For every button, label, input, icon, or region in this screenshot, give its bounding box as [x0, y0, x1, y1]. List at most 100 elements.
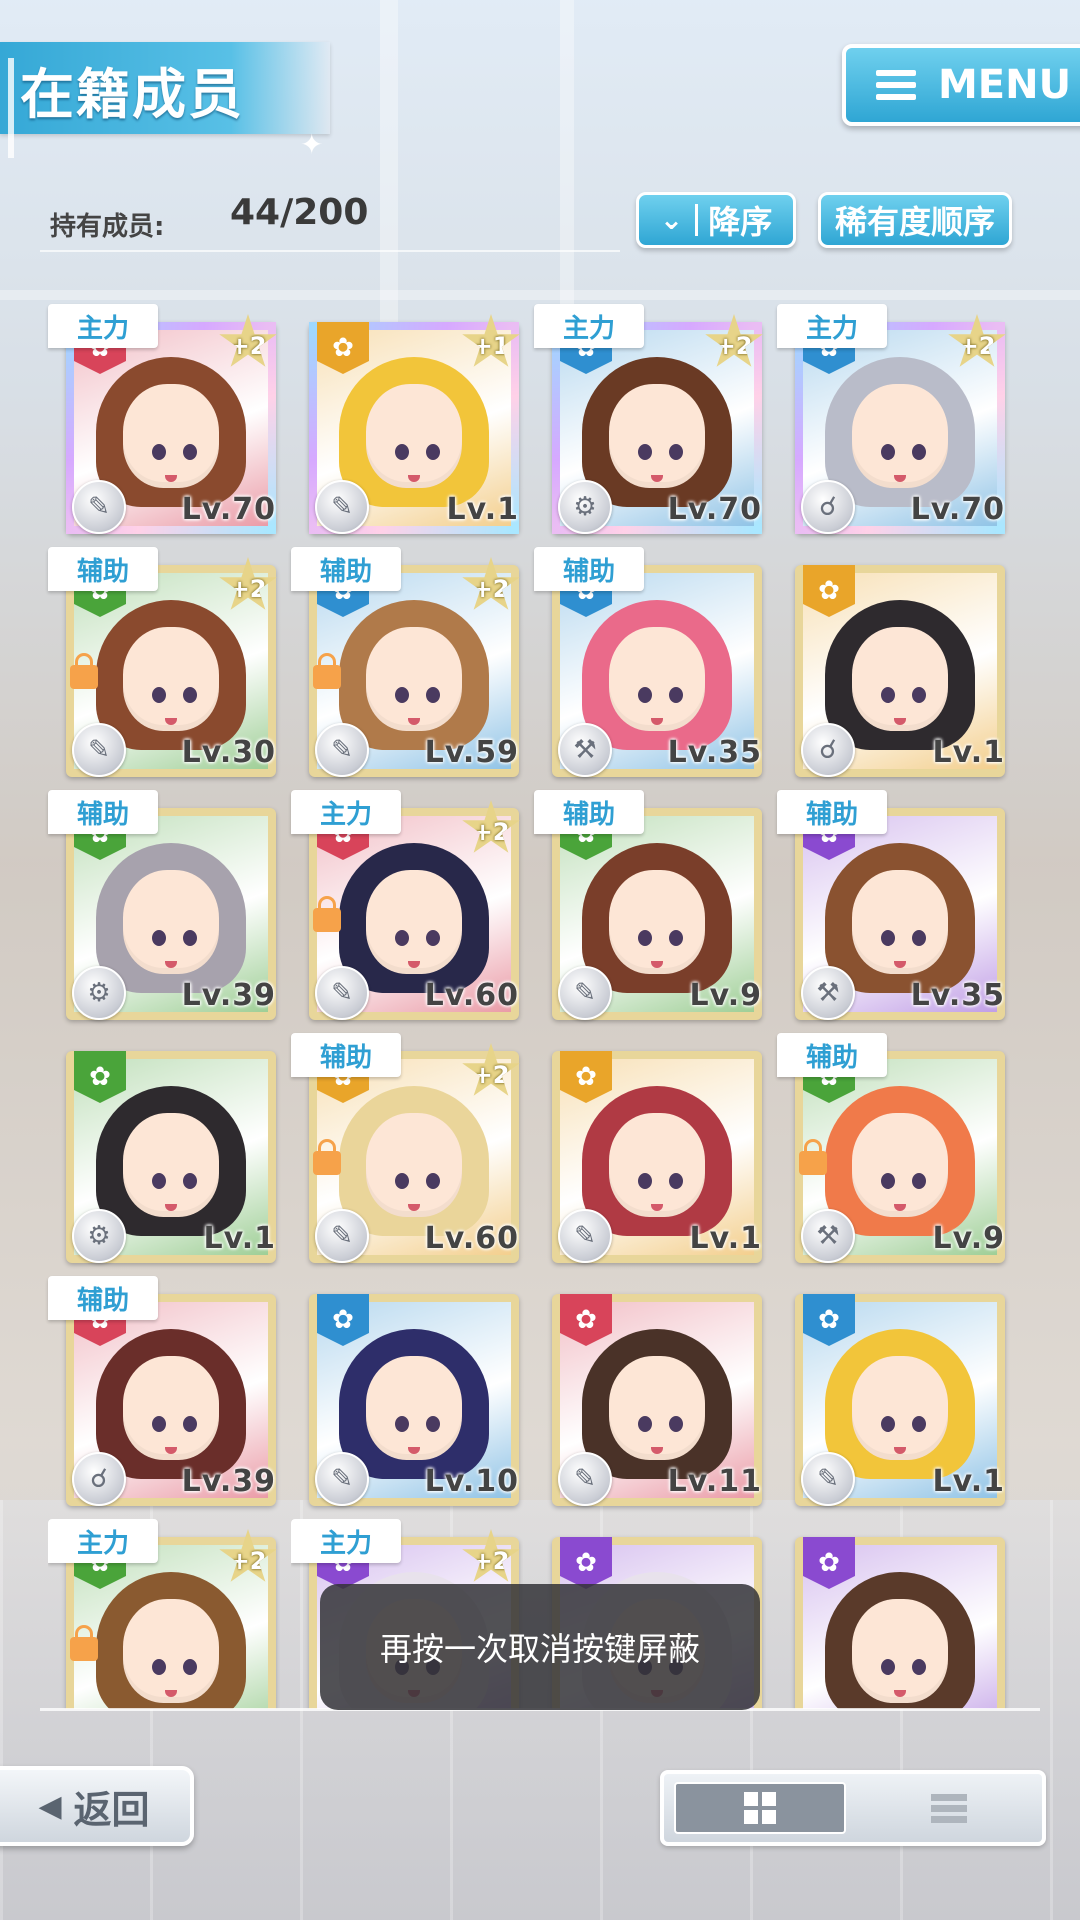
level-text: Lv.39 [181, 978, 276, 1013]
menu-label: MENU [938, 62, 1072, 108]
wrench-icon: ✎ [558, 1452, 612, 1506]
member-card[interactable]: ✿ ☌ Lv.1 [777, 547, 1009, 783]
microscope-icon: ☌ [801, 480, 855, 534]
character-face [609, 383, 705, 488]
character-face [123, 1112, 219, 1217]
sort-order-label: 降序 [708, 203, 773, 241]
character-eye [880, 1172, 895, 1189]
role-tag: 辅助 [777, 1033, 887, 1077]
level-text: Lv.1 [689, 1221, 762, 1256]
level-text: Lv.70 [667, 492, 762, 527]
gear-icon: ⚙ [72, 1209, 126, 1263]
role-tag: 辅助 [48, 790, 158, 834]
grid-view-button[interactable] [674, 1782, 846, 1834]
character-eye [911, 1172, 926, 1189]
screen: 在籍成员 ✦ MENU 持有成员: 44/200 ⌄ 降序 稀有度顺序 ✿ 主力 +… [0, 0, 1080, 1920]
level-text: Lv.39 [181, 1464, 276, 1499]
level-text: Lv.35 [667, 735, 762, 770]
character-eye [637, 1172, 652, 1189]
character-face [123, 869, 219, 974]
back-label: 返回 [73, 1787, 150, 1832]
character-eye [151, 1415, 166, 1432]
level-text: Lv.60 [424, 1221, 519, 1256]
back-button[interactable]: ◀ 返回 [0, 1766, 194, 1846]
character-eye [425, 443, 440, 460]
level-text: Lv.11 [667, 1464, 762, 1499]
character-face [852, 1112, 948, 1217]
gear-icon: ⚙ [558, 480, 612, 534]
character-eye [668, 443, 683, 460]
member-card[interactable]: ✿ 辅助 ⚒ Lv.9 [777, 1033, 1009, 1269]
character-face [852, 1598, 948, 1703]
lock-icon [313, 653, 341, 689]
character-eye [911, 443, 926, 460]
wrench-icon: ✎ [558, 1209, 612, 1263]
banner-stripe [8, 58, 14, 158]
character-eye [668, 1415, 683, 1432]
character-eye [182, 443, 197, 460]
member-card[interactable]: ✿ 辅助 +2 ✎ Lv.60 [291, 1033, 523, 1269]
character-face [123, 1355, 219, 1460]
back-arrow-icon: ◀ [38, 1788, 62, 1824]
character-eye [394, 929, 409, 946]
sort-by-label: 稀有度顺序 [834, 203, 995, 241]
menu-button[interactable]: MENU [842, 44, 1080, 126]
level-text: Lv.9 [689, 978, 762, 1013]
role-tag: 主力 [291, 790, 401, 834]
character-eye [182, 686, 197, 703]
level-text: Lv.59 [424, 735, 519, 770]
member-card[interactable]: ✿ [777, 1519, 1009, 1709]
member-count-label: 持有成员: [50, 212, 165, 242]
character-eye [637, 686, 652, 703]
member-card[interactable]: ✿ 主力 +2 ☌ Lv.70 [777, 304, 1009, 540]
role-tag: 主力 [534, 304, 644, 348]
level-text: Lv.1 [932, 1464, 1005, 1499]
member-count-value: 44/200 [230, 192, 369, 233]
wrench-icon: ✎ [72, 723, 126, 777]
character-face [123, 383, 219, 488]
sort-order-button[interactable]: ⌄ 降序 [636, 192, 796, 248]
character-eye [151, 1658, 166, 1675]
toast-message: 再按一次取消按键屏蔽 [320, 1584, 760, 1710]
member-card[interactable]: ✿ 主力 +2 ⚙ Lv.70 [534, 304, 766, 540]
role-tag: 辅助 [534, 547, 644, 591]
character-eye [182, 1658, 197, 1675]
hammer-icon: ⚒ [558, 723, 612, 777]
member-card[interactable]: ✿ 辅助 ⚒ Lv.35 [534, 547, 766, 783]
member-card[interactable]: ✿ ✎ Lv.11 [534, 1276, 766, 1512]
member-card[interactable]: ✿ ✎ Lv.10 [291, 1276, 523, 1512]
member-card[interactable]: ✿ +1 ✎ Lv.1 [291, 304, 523, 540]
member-card[interactable]: ✿ 辅助 ☌ Lv.39 [48, 1276, 280, 1512]
character-eye [425, 686, 440, 703]
character-eye [637, 1415, 652, 1432]
character-eye [911, 1658, 926, 1675]
level-text: Lv.1 [446, 492, 519, 527]
role-tag: 主力 [48, 304, 158, 348]
character-eye [880, 443, 895, 460]
role-tag: 辅助 [534, 790, 644, 834]
lock-icon [70, 1625, 98, 1661]
role-tag: 辅助 [777, 790, 887, 834]
member-card[interactable]: ✿ ⚙ Lv.1 [48, 1033, 280, 1269]
character-face [609, 626, 705, 731]
member-card[interactable]: ✿ 辅助 +2 ✎ Lv.30 [48, 547, 280, 783]
member-card[interactable]: ✿ ✎ Lv.1 [777, 1276, 1009, 1512]
role-tag: 主力 [48, 1519, 158, 1563]
list-view-button[interactable] [864, 1782, 1034, 1834]
member-card[interactable]: ✿ 辅助 ⚙ Lv.39 [48, 790, 280, 1026]
character-eye [911, 1415, 926, 1432]
member-card[interactable]: ✿ 辅助 +2 ✎ Lv.59 [291, 547, 523, 783]
member-card[interactable]: ✿ 主力 +2 ✎ Lv.70 [48, 304, 280, 540]
sparkle-icon: ✦ [300, 128, 324, 161]
character-eye [911, 929, 926, 946]
character-eye [425, 929, 440, 946]
member-card[interactable]: ✿ 主力 +2 ✎ Lv.60 [291, 790, 523, 1026]
character-eye [880, 929, 895, 946]
member-card[interactable]: ✿ 辅助 ⚒ Lv.35 [777, 790, 1009, 1026]
wrench-icon: ✎ [315, 966, 369, 1020]
member-card[interactable]: ✿ ✎ Lv.1 [534, 1033, 766, 1269]
character-eye [668, 929, 683, 946]
member-card[interactable]: ✿ 辅助 ✎ Lv.9 [534, 790, 766, 1026]
sort-by-button[interactable]: 稀有度顺序 [818, 192, 1012, 248]
member-card[interactable]: ✿ 主力 +2 [48, 1519, 280, 1709]
